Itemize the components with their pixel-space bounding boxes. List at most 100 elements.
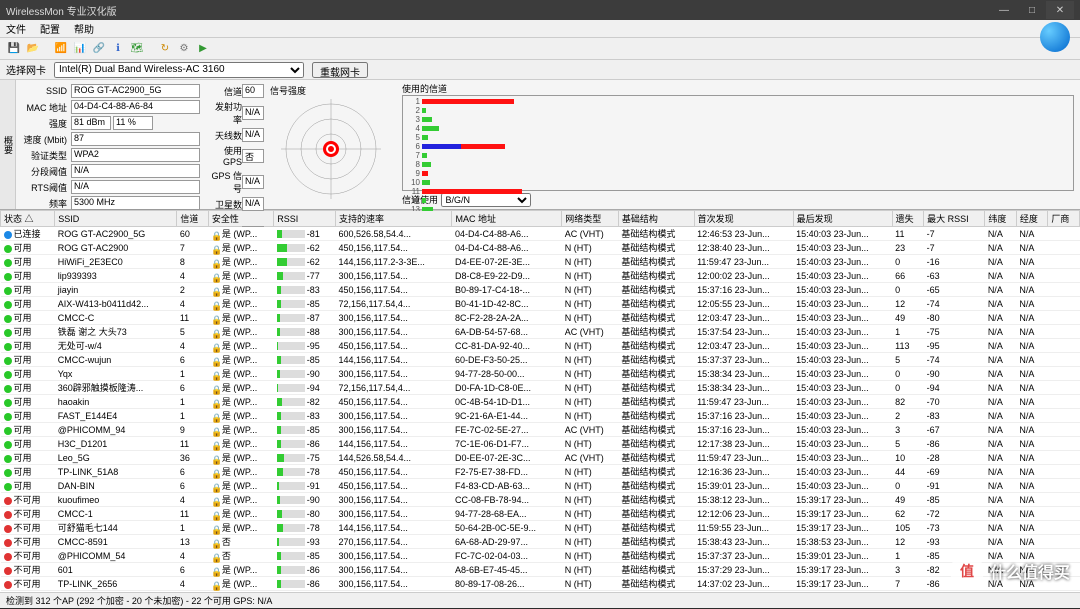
col-header[interactable]: 最后发现 (793, 211, 892, 227)
tab-edit[interactable]: 主编 (0, 80, 2, 209)
gpsig-value: N/A (242, 175, 264, 189)
lock-icon: 🔒 (211, 553, 219, 561)
tx-value: N/A (242, 106, 264, 120)
link-icon[interactable]: 🔗 (91, 41, 107, 57)
adapter-select[interactable]: Intel(R) Dual Band Wireless-AC 3160 (54, 62, 304, 78)
col-header[interactable]: 纬度 (985, 211, 1017, 227)
table-row[interactable]: 可用360辟邪触摸板隆涛...6🔒 是 (WP...-9472,156,117.… (1, 381, 1080, 395)
menu-config[interactable]: 配置 (40, 21, 60, 36)
table-row[interactable]: 可用jiayin2🔒 是 (WP...-83450,156,117.54...B… (1, 283, 1080, 297)
refresh-icon[interactable]: ↻ (157, 41, 173, 57)
table-row[interactable]: 不可用可舒猫毛七1441🔒 是 (WP...-78144,156,117.54.… (1, 521, 1080, 535)
col-header[interactable]: 经度 (1016, 211, 1048, 227)
table-row[interactable]: 可用TP-LINK_51A86🔒 是 (WP...-78450,156,117.… (1, 465, 1080, 479)
table-row[interactable]: 不可用CMCC-111🔒 是 (WP...-80300,156,117.54..… (1, 507, 1080, 521)
lock-icon: 🔒 (211, 525, 219, 533)
table-row[interactable]: 可用无处可-w/44🔒 是 (WP...-95450,156,117.54...… (1, 339, 1080, 353)
lock-icon: 🔒 (211, 231, 219, 239)
table-row[interactable]: 不可用6016🔒 是 (WP...-86300,156,117.54...A8-… (1, 563, 1080, 577)
col-header[interactable]: RSSI (274, 211, 336, 227)
gps-value: 否 (242, 149, 264, 163)
lock-icon: 🔒 (211, 483, 219, 491)
col-header[interactable]: 厂商 (1048, 211, 1080, 227)
table-row[interactable]: 可用CMCC-C11🔒 是 (WP...-87300,156,117.54...… (1, 311, 1080, 325)
col-header[interactable]: 网络类型 (562, 211, 619, 227)
sidetabs[interactable]: 概要 主编 连接 IP地址 地图 (0, 80, 16, 209)
rts-value: N/A (71, 180, 200, 194)
reload-button[interactable]: 重载网卡 (312, 62, 368, 78)
chart-icon[interactable]: 📊 (72, 41, 88, 57)
table-row[interactable]: 可用H3C_D120111🔒 是 (WP...-86144,156,117.54… (1, 437, 1080, 451)
close-button[interactable]: ✕ (1046, 1, 1074, 19)
adapter-row: 选择网卡 Intel(R) Dual Band Wireless-AC 3160… (0, 60, 1080, 80)
table-row[interactable]: 不可用@PHICOMM_544🔒 否-85300,156,117.54...FC… (1, 549, 1080, 563)
lock-icon: 🔒 (211, 581, 219, 589)
table-row[interactable]: 不可用CMCC-859113🔒 否-93270,156,117.54...6A-… (1, 535, 1080, 549)
ch-label: 信道 (208, 85, 242, 98)
lock-icon: 🔒 (211, 329, 219, 337)
gear-icon[interactable]: ⚙ (176, 41, 192, 57)
col-header[interactable]: 信道 (177, 211, 209, 227)
ssid-label: SSID (22, 86, 67, 96)
lock-icon: 🔒 (211, 371, 219, 379)
menu-help[interactable]: 帮助 (74, 21, 94, 36)
ant-value: N/A (242, 128, 264, 142)
table-row[interactable]: 可用haoakin1🔒 是 (WP...-82450,156,117.54...… (1, 395, 1080, 409)
minimize-button[interactable]: — (990, 1, 1018, 19)
freq-value: 5300 MHz (71, 196, 200, 210)
tab-summary[interactable]: 概要 (2, 80, 15, 209)
col-header[interactable]: 首次发现 (694, 211, 793, 227)
col-header[interactable]: MAC 地址 (452, 211, 562, 227)
window-titlebar: WirelessMon 专业汉化版 — □ ✕ (0, 0, 1080, 20)
menubar: 文件 配置 帮助 (0, 20, 1080, 38)
table-row[interactable]: 已连接ROG GT-AC2900_5G60🔒 是 (WP...-81600,52… (1, 227, 1080, 241)
table-row[interactable]: 可用lip9393934🔒 是 (WP...-77300,156,117.54.… (1, 269, 1080, 283)
globe-icon[interactable] (1040, 22, 1070, 52)
app-title: WirelessMon 专业汉化版 (6, 3, 117, 18)
maximize-button[interactable]: □ (1018, 1, 1046, 19)
radar-panel: 信号强度 (266, 80, 396, 209)
lock-icon: 🔒 (211, 539, 219, 547)
table-row[interactable]: 可用AIX-W413-b0411d42...4🔒 是 (WP...-8572,1… (1, 297, 1080, 311)
mac-value: 04-D4-C4-88-A6-84 (71, 100, 200, 114)
col-header[interactable]: SSID (55, 211, 177, 227)
col-header[interactable]: 支持的速率 (336, 211, 452, 227)
col-header[interactable]: 最大 RSSI (924, 211, 985, 227)
play-icon[interactable]: ▶ (195, 41, 211, 57)
ap-grid[interactable]: 状态 △SSID信道安全性RSSI支持的速率MAC 地址网络类型基础结构首次发现… (0, 210, 1080, 600)
antenna-icon[interactable]: 📶 (53, 41, 69, 57)
table-row[interactable]: 可用DAN-BIN6🔒 是 (WP...-91450,156,117.54...… (1, 479, 1080, 493)
table-row[interactable]: 可用FAST_E144E41🔒 是 (WP...-83300,156,117.5… (1, 409, 1080, 423)
col-header[interactable]: 遗失 (892, 211, 924, 227)
lock-icon: 🔒 (211, 413, 219, 421)
info-icon[interactable]: ℹ (110, 41, 126, 57)
table-row[interactable]: 可用HiWiFi_2E3EC08🔒 是 (WP...-62144,156,117… (1, 255, 1080, 269)
map-icon[interactable]: 🗺 (129, 41, 145, 57)
lock-icon: 🔒 (211, 357, 219, 365)
sat-label: 卫星数 (208, 198, 242, 211)
table-row[interactable]: 可用ROG GT-AC29007🔒 是 (WP...-62450,156,117… (1, 241, 1080, 255)
channel-use-panel: 使用的信道 12345678910111213OTH 信道使用 B/G/N (396, 80, 1080, 209)
lock-icon: 🔒 (211, 511, 219, 519)
lock-icon: 🔒 (211, 497, 219, 505)
table-row[interactable]: 可用CMCC-wujun6🔒 是 (WP...-85144,156,117.54… (1, 353, 1080, 367)
table-row[interactable]: 不可用kuoufimeo4🔒 是 (WP...-90300,156,117.54… (1, 493, 1080, 507)
open-icon[interactable]: 📂 (25, 41, 41, 57)
lock-icon: 🔒 (211, 427, 219, 435)
ssid-value: ROG GT-AC2900_5G (71, 84, 200, 98)
table-row[interactable]: 可用Yqx1🔒 是 (WP...-90300,156,117.54...94-7… (1, 367, 1080, 381)
col-header[interactable]: 基础结构 (618, 211, 694, 227)
table-row[interactable]: 可用Leo_5G36🔒 是 (WP...-75144,526.58,54.4..… (1, 451, 1080, 465)
col-header[interactable]: 状态 △ (1, 211, 55, 227)
str-label: 强度 (22, 117, 67, 130)
save-icon[interactable]: 💾 (6, 41, 22, 57)
menu-file[interactable]: 文件 (6, 21, 26, 36)
table-row[interactable]: 可用@PHICOMM_949🔒 是 (WP...-85300,156,117.5… (1, 423, 1080, 437)
table-row[interactable]: 不可用TP-LINK_26564🔒 是 (WP...-86300,156,117… (1, 577, 1080, 591)
col-header[interactable]: 安全性 (208, 211, 273, 227)
str-dbm: 81 dBm (71, 116, 111, 130)
table-row[interactable]: 可用铁磊 谢之 大头735🔒 是 (WP...-88300,156,117.54… (1, 325, 1080, 339)
toolbar: 💾 📂 📶 📊 🔗 ℹ 🗺 ↻ ⚙ ▶ (0, 38, 1080, 60)
ch-value: 60 (242, 84, 264, 98)
lock-icon: 🔒 (211, 385, 219, 393)
